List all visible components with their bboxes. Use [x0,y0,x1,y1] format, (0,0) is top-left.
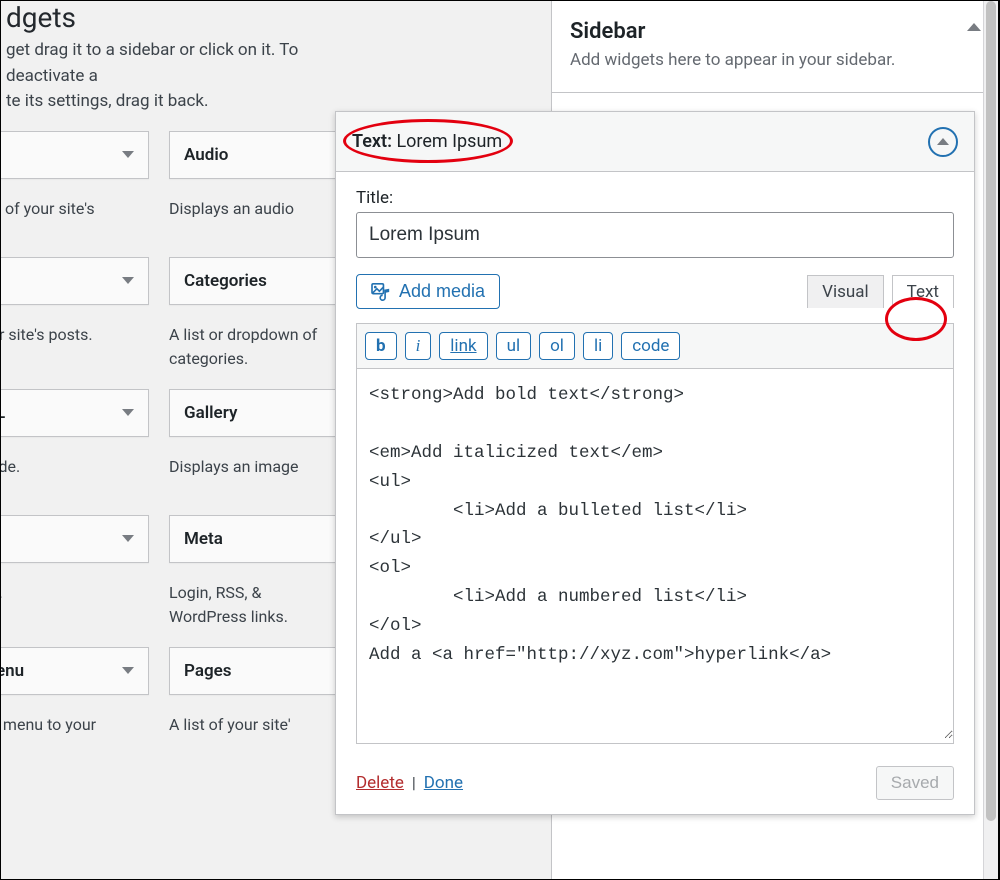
media-icon [371,283,391,301]
tab-text[interactable]: Text [892,275,954,308]
chevron-down-icon [122,667,134,674]
widget-title: Pages [184,661,232,681]
widget-name: Lorem Ipsum [396,131,502,152]
title-input[interactable] [356,212,954,258]
page-description: get drag it to a sidebar or click on it.… [6,38,341,115]
content-textarea[interactable] [357,369,953,739]
widget-title: Meta [184,529,223,549]
widget-title: Audio [184,145,228,165]
toolbar-li[interactable]: li [583,332,613,360]
widget-desc: code. [0,455,149,497]
chevron-up-icon [937,138,949,145]
widget-desc: A list or dropdown of categories. [169,323,339,371]
widget-desc: ive of your site's [0,197,149,239]
widget-desc: ge. [0,581,149,629]
widget-tile[interactable]: Gallery [169,389,339,437]
toolbar-link[interactable]: link [439,332,487,360]
widget-tile[interactable]: L [0,389,149,437]
text-widget-editor: Text: Lorem Ipsum Title: Add media [335,111,975,815]
widget-desc: A list of your site' [169,713,339,755]
saved-button: Saved [876,766,954,800]
toolbar-code[interactable]: code [621,332,680,360]
widget-tile[interactable]: enu [0,647,149,695]
chevron-down-icon [122,151,134,158]
chevron-down-icon [122,277,134,284]
widget-desc: our site's posts. [0,323,149,371]
widget-type-label: Text: [352,131,392,152]
widget-tile[interactable] [0,257,149,305]
scrollbar[interactable] [983,1,999,879]
widget-tile[interactable]: Audio [169,131,339,179]
widget-title: enu [0,661,24,681]
page-title: dgets [6,1,341,34]
title-label: Title: [356,188,954,208]
toolbar-ol[interactable]: ol [539,332,575,360]
toolbar-ul[interactable]: ul [496,332,532,360]
collapse-button[interactable] [928,127,958,157]
chevron-up-icon[interactable] [967,23,981,31]
delete-link[interactable]: Delete [356,773,404,793]
widget-desc: Displays an image [169,455,339,497]
chevron-down-icon [122,535,134,542]
toolbar-italic[interactable]: i [405,332,432,360]
add-media-button[interactable]: Add media [356,274,500,309]
chevron-down-icon [122,409,134,416]
widget-tile[interactable] [0,131,149,179]
widget-header[interactable]: Text: Lorem Ipsum [336,112,974,172]
widget-desc: Login, RSS, & WordPress links. [169,581,339,629]
add-media-label: Add media [399,281,485,302]
widget-title: Gallery [184,403,237,423]
text-toolbar: b i link ul ol li code [357,324,953,369]
widget-desc: Displays an audio [169,197,339,239]
tab-visual[interactable]: Visual [807,275,883,308]
separator: | [412,773,420,792]
widget-tile[interactable] [0,515,149,563]
widget-tile[interactable]: Pages [169,647,339,695]
toolbar-bold[interactable]: b [365,332,397,360]
sidebar-title: Sidebar [570,19,895,44]
widget-tile[interactable]: Meta [169,515,339,563]
widget-title: L [0,403,5,423]
done-link[interactable]: Done [424,773,463,793]
available-widgets-panel: dgets get drag it to a sidebar or click … [1,1,341,773]
editor-area: b i link ul ol li code [356,323,954,744]
widget-tile[interactable]: Categories [169,257,339,305]
widget-desc: on menu to your [0,713,149,755]
widget-title: Categories [184,271,267,291]
sidebar-desc: Add widgets here to appear in your sideb… [570,50,895,70]
